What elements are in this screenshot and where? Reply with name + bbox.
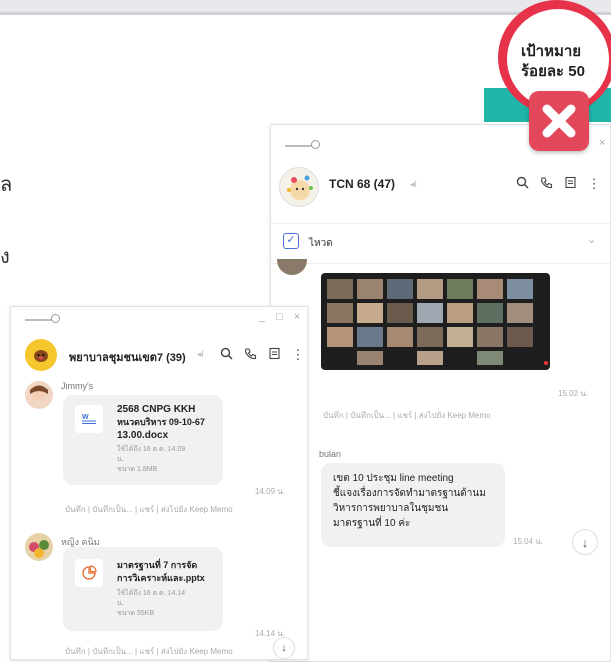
scroll-down-button[interactable]: ↓: [572, 529, 598, 555]
message-time: 15.04 น.: [513, 537, 543, 546]
file-expiry-unit: น.: [117, 600, 124, 607]
file-name-line-2: การวิเคราะห์และ.pptx: [117, 573, 205, 583]
word-file-icon: W: [75, 405, 103, 433]
sender-avatar-jimmy: [25, 381, 53, 409]
chat-title: TCN 68 (47): [329, 177, 396, 191]
speaker-muted-icon[interactable]: ◂ǀ: [197, 349, 204, 360]
search-icon[interactable]: [219, 347, 233, 363]
sender-avatar-ying: [25, 533, 53, 561]
message-sender: bulan: [319, 449, 342, 459]
file-name-line-1: 2568 CNPG KKH: [117, 404, 196, 415]
notice-label: ไหวด: [309, 238, 333, 249]
chat-window-tcn68: × TCN 68 (47) ◂ǀ ⋮ ✓ ไหวด ⌄ 15.02 น. บัน…: [270, 124, 611, 662]
message-bubble: เขต 10 ประชุม line meeting ชี้แจงเรื่องก…: [321, 463, 505, 547]
file-size: ขนาด 1.8MB: [117, 466, 158, 473]
video-actions[interactable]: บันทึก | บันทึกเป็น... | แชร์ | ส่งไปยัง…: [323, 409, 491, 422]
speaker-muted-icon[interactable]: ◂ǀ: [410, 179, 417, 190]
message-line-2: ชี้แจงเรื่องการจัดทำมาตรฐานด้านม: [333, 488, 486, 499]
header-icons: ⋮: [219, 347, 305, 363]
search-icon[interactable]: [515, 176, 529, 192]
slider-knob[interactable]: [311, 140, 320, 149]
phone-icon[interactable]: [539, 176, 553, 192]
header-divider: [271, 223, 610, 224]
file-time: 14.09 น.: [255, 487, 285, 496]
notice-divider: [271, 263, 610, 264]
close-overlay-button[interactable]: [529, 91, 589, 151]
transparency-slider[interactable]: [25, 319, 53, 321]
file-bubble-docx[interactable]: W 2568 CNPG KKH หนวดบริหาร 09-10-67 13.0…: [63, 395, 223, 485]
notes-icon[interactable]: [267, 347, 281, 363]
file-actions[interactable]: บันทึก | บันทึกเป็น... | แชร์ | ส่งไปยัง…: [65, 503, 233, 516]
notes-icon[interactable]: [563, 176, 577, 192]
file-expiry: ใช้ได้ถึง 16 ต.ค. 14.09: [117, 446, 186, 453]
group-avatar: [279, 167, 319, 207]
file-name-line-1: มาตรฐานที่ 7 การจัด: [117, 560, 198, 570]
scroll-down-button[interactable]: ↓: [273, 637, 295, 659]
transparency-slider[interactable]: [285, 145, 313, 147]
header-icons: ⋮: [515, 176, 601, 192]
target-line-2: ร้อยละ 50: [521, 63, 585, 80]
more-menu-icon[interactable]: ⋮: [587, 176, 601, 192]
message-line-1: เขต 10 ประชุม line meeting: [333, 473, 454, 484]
message-line-4: มาตรฐานที่ 10 ค่ะ: [333, 518, 411, 529]
video-time: 15.02 น.: [558, 389, 588, 398]
file-name-line-3: 13.00.docx: [117, 430, 169, 441]
background-text-fragment-2: ง: [0, 246, 10, 268]
file-expiry-unit: น.: [117, 456, 124, 463]
message-line-3: วิหารการพยาบาลในชุมชน: [333, 503, 449, 514]
background-text-fragment: ล: [0, 174, 13, 196]
slider-knob[interactable]: [51, 314, 60, 323]
chat-window-community-nurses: _ □ × พยาบาลชุมชนเขต7 (39) ◂ǀ ⋮ Jimmy's …: [10, 306, 308, 660]
cartoon-avatar-icon: [287, 175, 313, 200]
phone-icon[interactable]: [243, 347, 257, 363]
file-expiry: ใช้ได้ถึง 16 ต.ค. 14.14: [117, 590, 186, 597]
checkbox-notice-icon[interactable]: ✓: [283, 233, 299, 249]
file-size: ขนาด 55KB: [117, 610, 155, 617]
chevron-down-icon[interactable]: ⌄: [587, 233, 596, 246]
file-sender: Jimmy's: [61, 381, 94, 391]
group-avatar: [25, 339, 57, 371]
chat-title: พยาบาลชุมชนเขต7 (39): [69, 352, 186, 364]
close-window-icon[interactable]: ×: [599, 137, 609, 149]
sender-avatar: [277, 259, 307, 275]
file-name-line-2: หนวดบริหาร 09-10-67: [117, 417, 205, 427]
video-grid-thumbnails: [327, 279, 548, 365]
more-menu-icon[interactable]: ⋮: [291, 347, 305, 363]
svg-text:W: W: [82, 414, 89, 421]
file-actions[interactable]: บันทึก | บันทึกเป็น... | แชร์ | ส่งไปยัง…: [65, 645, 233, 658]
file-bubble-pptx[interactable]: มาตรฐานที่ 7 การจัด การวิเคราะห์และ.pptx…: [63, 547, 223, 631]
powerpoint-file-icon: [75, 559, 103, 587]
meeting-screenshot-image[interactable]: [321, 273, 550, 370]
close-x-icon: [542, 104, 576, 138]
window-controls[interactable]: _ □ ×: [259, 311, 304, 323]
bear-face-icon: [34, 350, 48, 362]
